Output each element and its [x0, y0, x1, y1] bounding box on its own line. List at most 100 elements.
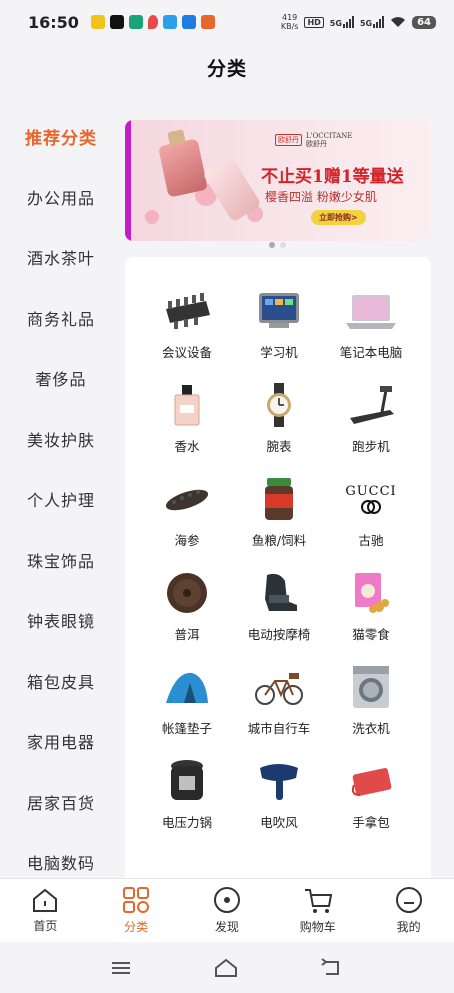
- product-fish-food[interactable]: 鱼粮/饲料: [233, 477, 325, 549]
- banner-badge: 欧舒丹: [275, 134, 302, 146]
- signal-sim1: 5G: [330, 16, 354, 28]
- product-tent[interactable]: 帐篷垫子: [141, 665, 233, 737]
- hd-icon: HD: [304, 16, 324, 28]
- clutch-bag-icon: [344, 759, 398, 803]
- blossom-decoration: [145, 210, 159, 224]
- gucci-logo-text: GUCCI: [345, 483, 397, 499]
- signal-sim2: 5G: [360, 16, 385, 28]
- nav-profile[interactable]: 我的: [369, 886, 449, 935]
- app-notification-icon: [128, 15, 143, 29]
- promo-banner[interactable]: 欧舒丹 L'OCCITANE 欧舒丹 不止买1赠1等量送 樱香四溢 粉嫩少女肌 …: [125, 120, 431, 241]
- sidebar-item-bags[interactable]: 箱包皮具: [0, 651, 122, 712]
- banner-subline: 樱香四溢 粉嫩少女肌: [265, 190, 377, 204]
- status-bar: 16:50 419 KB/s HD 5G 5G 64: [0, 0, 454, 44]
- product-grid-card: 会议设备 学习机 笔记本电脑 香水 腕表 跑步机 海参 鱼粮/饲料 GUCCI …: [125, 257, 431, 878]
- sidebar-item-watches-glasses[interactable]: 钟表眼镜: [0, 590, 122, 651]
- location-icon: [147, 15, 158, 29]
- cart-icon: [304, 889, 332, 913]
- gucci-logo-icon: GUCCI: [344, 477, 398, 521]
- pagination-dot[interactable]: [279, 242, 286, 248]
- sidebar-item-luxury[interactable]: 奢侈品: [0, 348, 122, 409]
- nav-cart[interactable]: 购物车: [278, 886, 358, 935]
- watch-icon: [252, 383, 306, 427]
- discover-icon: [213, 887, 240, 913]
- menu-icon[interactable]: [110, 960, 132, 976]
- sidebar-item-personal-care[interactable]: 个人护理: [0, 469, 122, 530]
- product-clutch-bag[interactable]: 手拿包: [325, 759, 417, 831]
- network-speed: 419 KB/s: [280, 13, 299, 31]
- category-grid-icon: [123, 887, 150, 913]
- banner-headline: 不止买1赠1等量送: [261, 167, 404, 187]
- product-perfume[interactable]: 香水: [141, 383, 233, 455]
- app-notification-icon: [181, 15, 196, 29]
- hair-dryer-icon: [252, 759, 306, 803]
- product-learning-tablet[interactable]: 学习机: [233, 289, 325, 361]
- product-city-bicycle[interactable]: 城市自行车: [233, 665, 325, 737]
- product-laptop[interactable]: 笔记本电脑: [325, 289, 417, 361]
- bottom-nav: 首页 分类 发现 购物车 我的: [0, 878, 454, 942]
- app-notification-icon: [200, 15, 215, 29]
- system-navigation-bar: [0, 942, 454, 993]
- product-massage-chair[interactable]: 电动按摩椅: [233, 571, 325, 643]
- sidebar-item-office[interactable]: 办公用品: [0, 167, 122, 228]
- banner-logo: 欧舒丹 L'OCCITANE 欧舒丹: [275, 132, 352, 148]
- laptop-icon: [344, 289, 398, 333]
- notification-icons: [90, 15, 215, 29]
- sidebar-item-drinks-tea[interactable]: 酒水茶叶: [0, 227, 122, 288]
- product-sea-cucumber[interactable]: 海参: [141, 477, 233, 549]
- fish-food-jar-icon: [252, 477, 306, 521]
- nav-discover[interactable]: 发现: [187, 886, 267, 935]
- product-hair-dryer[interactable]: 电吹风: [233, 759, 325, 831]
- sidebar-item-beauty[interactable]: 美妆护肤: [0, 409, 122, 470]
- sidebar-item-recommended[interactable]: 推荐分类: [0, 106, 122, 167]
- signal-bars-icon: [342, 16, 354, 28]
- page-title: 分类: [206, 57, 247, 80]
- home-nav-icon[interactable]: [213, 958, 239, 978]
- product-conference-equipment[interactable]: 会议设备: [141, 289, 233, 361]
- app-notification-icon: [162, 15, 177, 29]
- system-indicators: 419 KB/s HD 5G 5G 64: [281, 13, 436, 31]
- profile-icon: [395, 887, 422, 913]
- sea-cucumber-icon: [160, 477, 214, 521]
- nav-home[interactable]: 首页: [5, 887, 85, 934]
- status-time: 16:50: [28, 12, 79, 32]
- perfume-bottle-image: [158, 138, 208, 198]
- brand-name: 欧舒丹: [306, 140, 327, 148]
- sidebar-item-business-gifts[interactable]: 商务礼品: [0, 288, 122, 349]
- brand-logo-text: L'OCCITANE: [306, 132, 353, 140]
- tent-icon: [160, 665, 214, 709]
- back-icon[interactable]: [320, 957, 344, 978]
- app-notification-icon: [90, 15, 105, 29]
- washing-machine-icon: [344, 665, 398, 709]
- product-cat-snack[interactable]: 猫零食: [325, 571, 417, 643]
- signal-bars-icon: [373, 16, 385, 28]
- category-content: 欧舒丹 L'OCCITANE 欧舒丹 不止买1赠1等量送 樱香四溢 粉嫩少女肌 …: [122, 106, 454, 878]
- sidebar-item-digital[interactable]: 电脑数码: [0, 832, 122, 878]
- pagination-dot[interactable]: [268, 242, 275, 248]
- product-treadmill[interactable]: 跑步机: [325, 383, 417, 455]
- sidebar-item-appliances[interactable]: 家用电器: [0, 711, 122, 772]
- battery-indicator: 64: [412, 15, 436, 29]
- product-grid: 会议设备 学习机 笔记本电脑 香水 腕表 跑步机 海参 鱼粮/饲料 GUCCI …: [141, 289, 417, 831]
- pressure-cooker-icon: [160, 759, 214, 803]
- banner-buy-button[interactable]: 立即抢购>: [311, 210, 366, 225]
- tablet-icon: [252, 289, 306, 333]
- wifi-icon: [391, 17, 406, 27]
- product-wristwatch[interactable]: 腕表: [233, 383, 325, 455]
- app-notification-icon: [109, 15, 124, 29]
- category-sidebar: 推荐分类 办公用品 酒水茶叶 商务礼品 奢侈品 美妆护肤 个人护理 珠宝饰品 钟…: [0, 106, 122, 878]
- product-pressure-cooker[interactable]: 电压力锅: [141, 759, 233, 831]
- perfume-icon: [160, 383, 214, 427]
- product-gucci[interactable]: GUCCI 古驰: [325, 477, 417, 549]
- page-header: 分类: [0, 44, 454, 90]
- cat-snack-icon: [344, 571, 398, 615]
- sidebar-item-home-goods[interactable]: 居家百货: [0, 772, 122, 833]
- nav-category[interactable]: 分类: [96, 886, 176, 935]
- product-puer-tea[interactable]: 普洱: [141, 571, 233, 643]
- sidebar-item-jewelry[interactable]: 珠宝饰品: [0, 530, 122, 591]
- product-washing-machine[interactable]: 洗衣机: [325, 665, 417, 737]
- bicycle-icon: [252, 665, 306, 709]
- home-icon: [33, 888, 58, 912]
- puer-tea-cake-icon: [160, 571, 214, 615]
- conference-table-icon: [160, 289, 214, 333]
